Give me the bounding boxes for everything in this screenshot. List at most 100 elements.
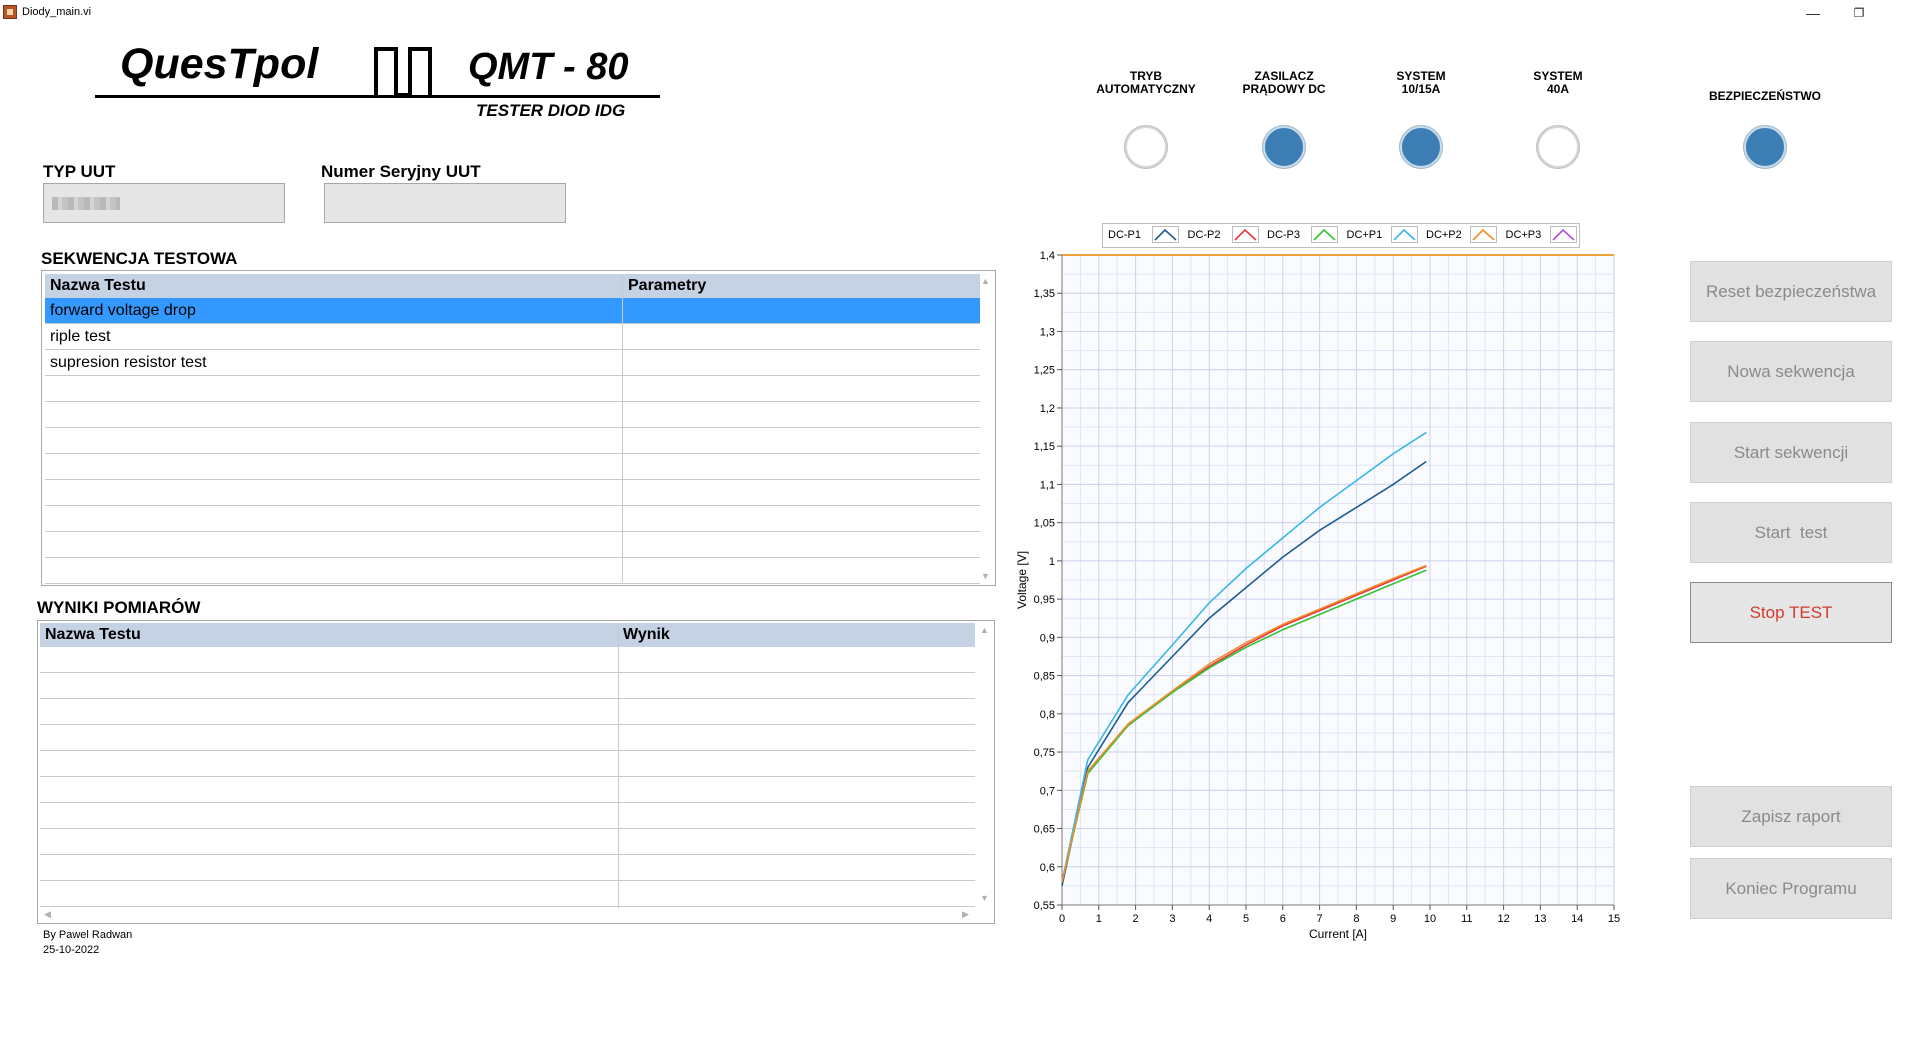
sequence-title: SEKWENCJA TESTOWA	[41, 249, 238, 268]
x-tick-label: 12	[1497, 913, 1509, 925]
legend-label: DC+P1	[1346, 229, 1383, 241]
x-tick-label: 15	[1608, 913, 1620, 925]
results-table-row[interactable]	[40, 829, 975, 855]
x-tick-label: 6	[1280, 913, 1286, 925]
sequence-table-row[interactable]	[45, 428, 980, 454]
results-cell-result	[618, 803, 975, 828]
legend-swatch-icon[interactable]	[1470, 226, 1497, 243]
results-cell-result	[618, 673, 975, 698]
voltage-current-chart: 0,55 0,6 0,65 0,7 0,75 0,8 0,85 0,9 0,95 1 1,05 1,1…	[1015, 250, 1620, 941]
sequence-table-row[interactable]	[45, 480, 980, 506]
sequence-cell-params	[623, 558, 980, 583]
results-cell-name	[40, 777, 618, 802]
save-report-button[interactable]: Zapisz raport	[1690, 786, 1892, 847]
results-table-row[interactable]	[40, 647, 975, 673]
author-date: 25-10-2022	[43, 944, 100, 956]
sequence-scroll-down-icon[interactable]: ▼	[981, 571, 990, 581]
sequence-table-row[interactable]: supresion resistor test	[45, 350, 980, 376]
uut-type-field[interactable]	[43, 183, 285, 223]
y-tick-label: 0,9	[1040, 632, 1055, 644]
sequence-table-header: Nazwa Testu Parametry	[45, 274, 980, 298]
results-cell-result	[618, 725, 975, 750]
results-table-row[interactable]	[40, 699, 975, 725]
results-table-row[interactable]	[40, 855, 975, 881]
indicator-label-line2: 40A	[1546, 82, 1569, 96]
results-table-row[interactable]	[40, 803, 975, 829]
legend-label: DC+P2	[1426, 229, 1462, 241]
legend-label: DC-P2	[1187, 229, 1221, 241]
sequence-cell-name	[45, 532, 623, 557]
results-table[interactable]: Nazwa Testu Wynik ▲ ▼ ◀ ▶	[37, 620, 995, 924]
reset-safety-button[interactable]: Reset bezpieczeństwa	[1690, 261, 1892, 322]
x-tick-label: 10	[1424, 913, 1436, 925]
sequence-cell-name	[45, 480, 623, 505]
results-scroll-down-icon[interactable]: ▼	[980, 893, 989, 903]
sequence-cell-name	[45, 376, 623, 401]
legend-swatch-icon[interactable]	[1390, 226, 1418, 243]
y-tick-label: 1,1	[1040, 479, 1055, 491]
sequence-table-row[interactable]	[45, 558, 980, 584]
sequence-table-row[interactable]	[45, 532, 980, 558]
sequence-table[interactable]: Nazwa Testu Parametry forward voltage dr…	[41, 270, 996, 586]
indicator-label: SYSTEM 40A	[1478, 70, 1638, 96]
results-table-row[interactable]	[40, 777, 975, 803]
sequence-col-name: Nazwa Testu	[50, 277, 146, 294]
y-tick-label: 1,3	[1040, 326, 1055, 338]
y-tick-label: 1,2	[1040, 403, 1055, 415]
results-cell-name	[40, 725, 618, 750]
logo-pulse-icon	[374, 47, 432, 97]
logo-subtitle: TESTER DIOD IDG	[476, 101, 626, 120]
restore-button[interactable]: ❐	[1836, 2, 1882, 24]
sequence-column-divider	[622, 274, 623, 582]
minimize-button[interactable]: —	[1790, 2, 1836, 24]
uut-serial-field[interactable]	[324, 183, 566, 223]
legend-swatch-icon[interactable]	[1231, 226, 1259, 243]
results-cell-name	[40, 673, 618, 698]
results-cell-result	[618, 751, 975, 776]
results-table-row[interactable]	[40, 725, 975, 751]
sequence-cell-params	[623, 428, 980, 453]
sequence-cell-params	[623, 298, 980, 323]
sequence-table-row[interactable]	[45, 376, 980, 402]
indicator-label: BEZPIECZEŃSTWO	[1685, 77, 1845, 103]
results-cell-name	[40, 751, 618, 776]
results-scroll-right-icon[interactable]: ▶	[962, 909, 969, 920]
sequence-table-row[interactable]	[45, 402, 980, 428]
results-table-row[interactable]	[40, 673, 975, 699]
exit-program-button[interactable]: Koniec Programu	[1690, 858, 1892, 919]
sequence-table-row[interactable]	[45, 454, 980, 480]
y-tick-label: 0,55	[1034, 900, 1055, 912]
y-tick-label: 1,35	[1034, 288, 1055, 300]
stop-test-button[interactable]: Stop TEST	[1690, 582, 1892, 643]
results-cell-name	[40, 803, 618, 828]
results-scroll-left-icon[interactable]: ◀	[44, 909, 51, 920]
indicator-led	[1537, 126, 1579, 168]
results-title: WYNIKI POMIARÓW	[37, 598, 201, 617]
legend-label: DC-P3	[1267, 229, 1301, 241]
start-test-button[interactable]: Start test	[1690, 502, 1892, 563]
results-scroll-up-icon[interactable]: ▲	[980, 625, 989, 635]
app-icon	[3, 5, 17, 19]
y-tick-label: 0,95	[1034, 594, 1055, 606]
sequence-cell-name	[45, 506, 623, 531]
results-cell-result	[618, 777, 975, 802]
uut-type-value-redacted	[52, 197, 120, 210]
results-table-row[interactable]	[40, 751, 975, 777]
sequence-table-row[interactable]	[45, 506, 980, 532]
results-table-row[interactable]	[40, 881, 975, 907]
new-sequence-button[interactable]: Nowa sekwencja	[1690, 341, 1892, 402]
legend-swatch-icon[interactable]	[1152, 226, 1179, 243]
results-table-header: Nazwa Testu Wynik	[40, 623, 975, 647]
sequence-table-row[interactable]: riple test	[45, 324, 980, 350]
x-tick-label: 0	[1059, 913, 1065, 925]
start-sequence-button[interactable]: Start sekwencji	[1690, 422, 1892, 483]
y-tick-label: 0,7	[1040, 785, 1055, 797]
y-tick-label: 0,85	[1034, 671, 1055, 683]
sequence-scroll-up-icon[interactable]: ▲	[981, 276, 990, 286]
legend-swatch-icon[interactable]	[1549, 226, 1577, 243]
results-cell-result	[618, 699, 975, 724]
legend-swatch-icon[interactable]	[1311, 226, 1338, 243]
sequence-col-params: Parametry	[628, 277, 707, 294]
sequence-table-row[interactable]: forward voltage drop	[45, 298, 980, 324]
author-name: By Pawel Radwan	[43, 929, 133, 941]
